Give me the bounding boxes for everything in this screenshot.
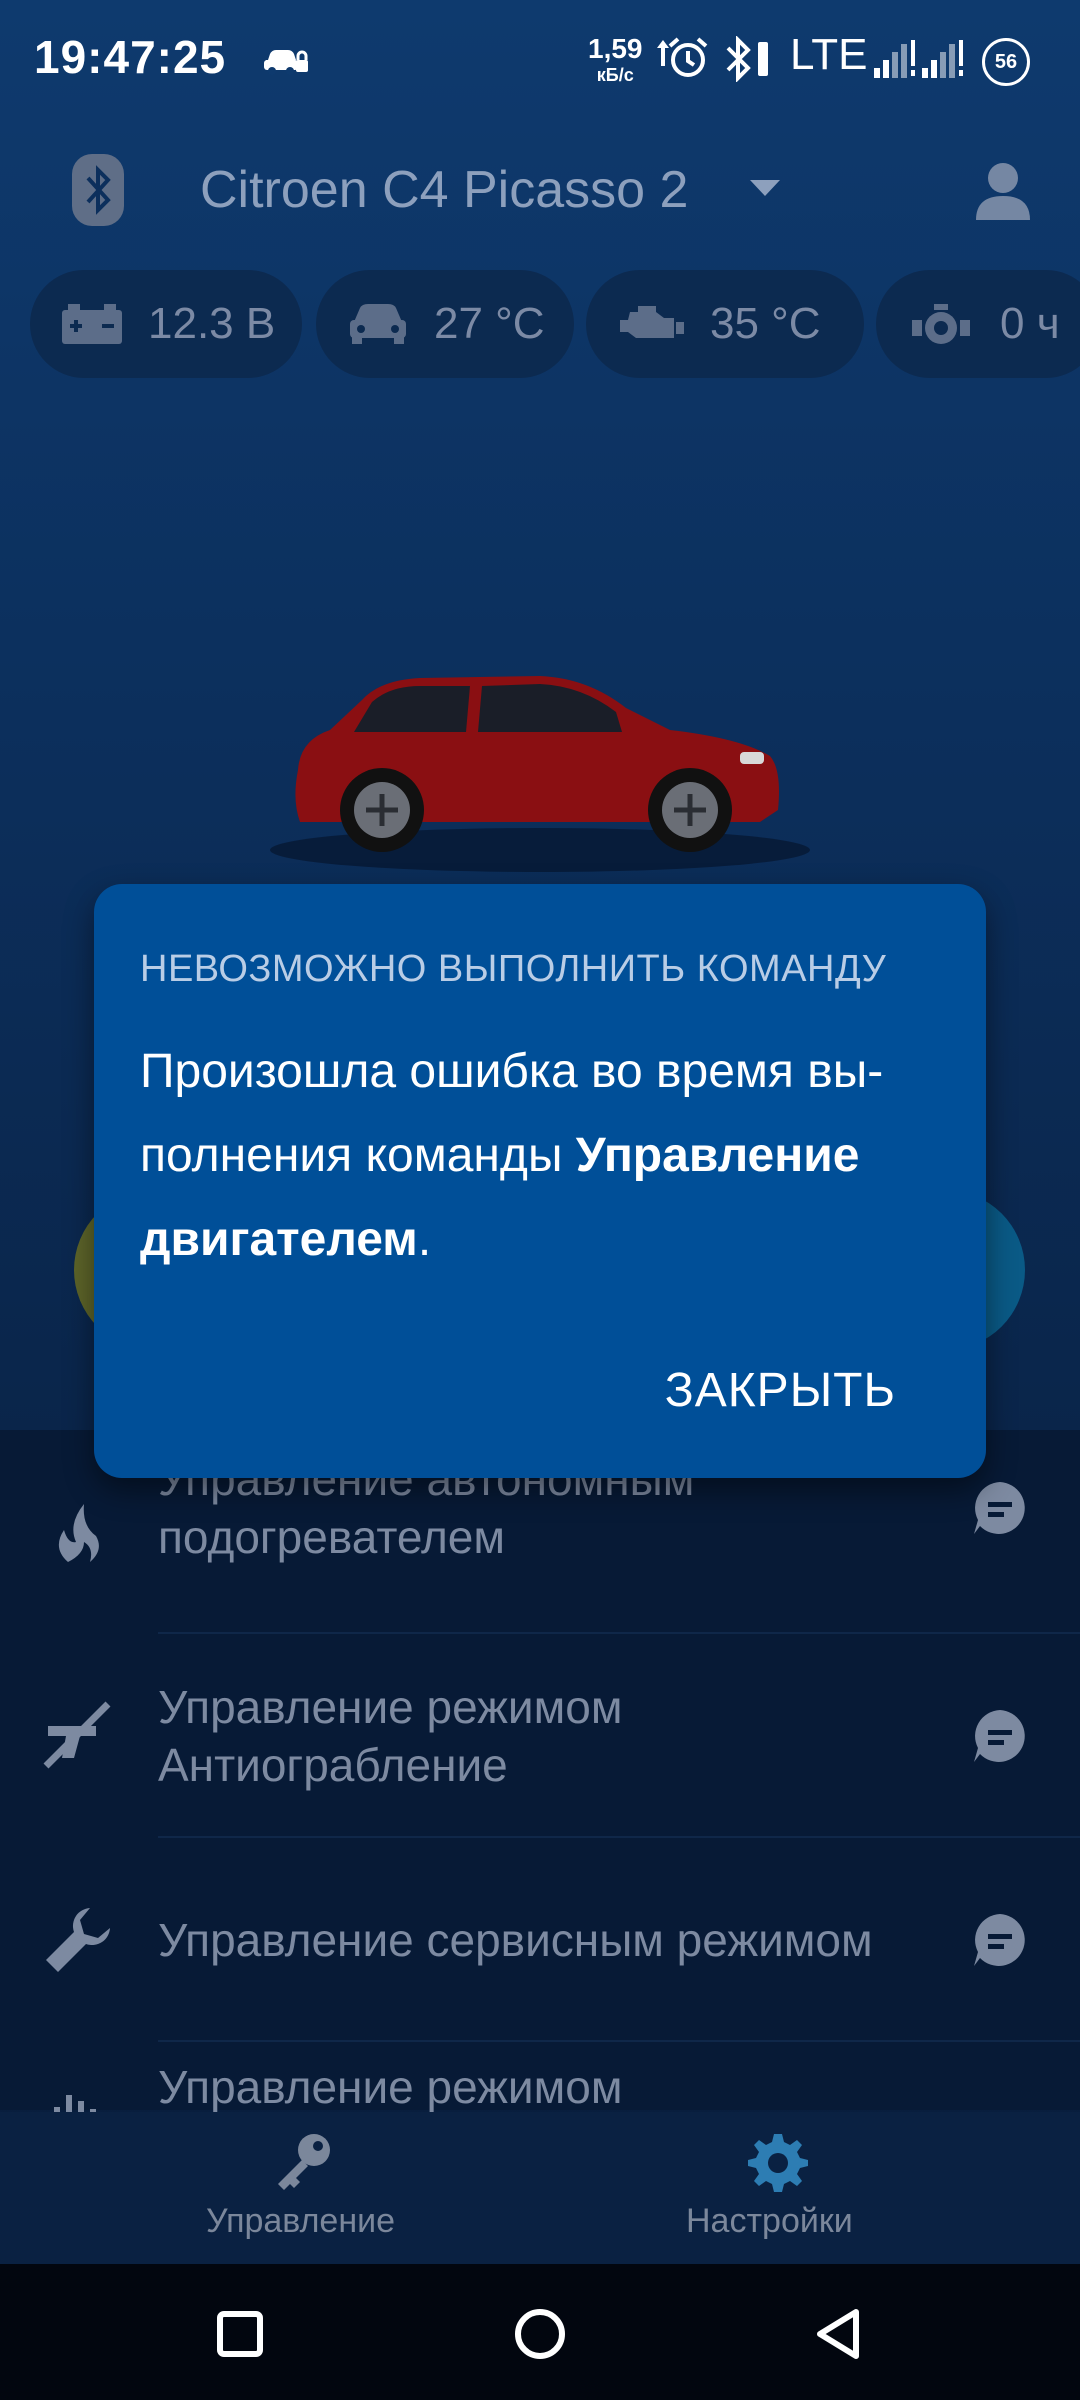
network-type: LTE <box>790 30 868 79</box>
message-icon[interactable] <box>970 1706 1030 1766</box>
chevron-down-icon[interactable] <box>748 178 782 198</box>
chip-engine-hours: 0 ч <box>876 270 1080 378</box>
message-icon[interactable] <box>970 1478 1030 1538</box>
car-lock-icon <box>264 50 308 75</box>
wrench-icon <box>46 1908 110 1972</box>
key-icon <box>278 2134 330 2190</box>
bluetooth-icon[interactable] <box>72 154 124 226</box>
error-dialog: НЕВОЗМОЖНО ВЫПОЛНИТЬ КОМАНДУ Произошла о… <box>94 884 986 1478</box>
alarm-icon <box>668 37 708 77</box>
command-list: Управление автономным подогревателем Упр… <box>0 1430 1080 2144</box>
network-speed: 1,59 кБ/с <box>588 33 643 86</box>
back-button[interactable] <box>810 2304 870 2364</box>
list-item[interactable]: Управление режимом Антиограбление <box>0 1634 1080 1838</box>
anti-robbery-icon <box>43 1701 111 1769</box>
chip-battery-voltage: 12.3 В <box>30 270 302 378</box>
nav-control[interactable]: Управление <box>36 2130 576 2241</box>
status-bar: 19:47:25 1,59 кБ/с LTE 56 <box>0 0 1080 120</box>
chip-cabin-temp: 27 °C <box>316 270 574 378</box>
gear-icon <box>748 2134 808 2192</box>
home-button[interactable] <box>510 2304 570 2364</box>
battery-icon <box>62 304 122 344</box>
car-illustration <box>270 676 810 872</box>
nav-settings[interactable]: Настройки <box>504 2130 1044 2241</box>
recents-button[interactable] <box>210 2304 270 2364</box>
close-button[interactable]: ЗАКРЫТЬ <box>665 1363 896 1418</box>
list-item[interactable]: Управление сервисным режимом <box>0 1838 1080 2042</box>
system-navigation-bar <box>0 2264 1080 2400</box>
bluetooth-icon <box>726 36 751 82</box>
car-selector[interactable]: Citroen C4 Picasso 2 <box>200 160 688 220</box>
signal-icon <box>874 40 963 78</box>
status-time: 19:47:25 <box>34 31 227 83</box>
bottom-navigation: Управление Настройки <box>0 2112 1080 2264</box>
car-temp-icon <box>350 304 406 344</box>
profile-icon[interactable] <box>972 158 1034 220</box>
chip-engine-temp: 35 °C <box>586 270 864 378</box>
vibrate-icon <box>758 42 768 76</box>
app-screen: 19:47:25 1,59 кБ/с LTE 56 Citroen C4 Pic… <box>0 0 1080 2400</box>
app-header: Citroen C4 Picasso 2 <box>0 130 1080 250</box>
sensor-chips: 12.3 В 27 °C 35 °C 0 ч <box>30 270 1080 380</box>
battery-indicator: 56 <box>982 38 1030 86</box>
engine-hours-icon <box>912 304 970 344</box>
car-name: Citroen C4 Picasso 2 <box>200 161 689 219</box>
message-icon[interactable] <box>970 1910 1030 1970</box>
dialog-message: Произошла ошибка во время вы­полнения ко… <box>140 1045 884 1266</box>
dialog-title: НЕВОЗМОЖНО ВЫПОЛНИТЬ КОМАНДУ <box>140 948 887 990</box>
heater-icon <box>58 1504 99 1562</box>
engine-icon <box>620 306 684 338</box>
